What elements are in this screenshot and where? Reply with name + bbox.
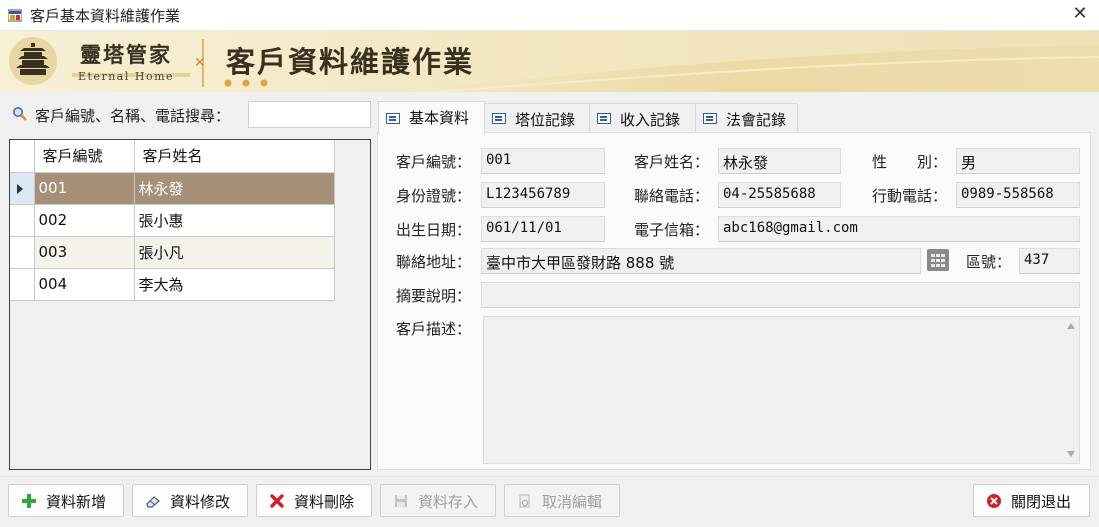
summary-field[interactable] (481, 282, 1080, 308)
row-header-corner (10, 140, 35, 173)
cancel-edit-label: 取消編輯 (542, 493, 603, 511)
cell-customer-name[interactable]: 李大為 (134, 268, 335, 301)
row-header[interactable] (10, 236, 35, 269)
zip-field[interactable]: 437 (1019, 248, 1080, 274)
gender-label: 性 別： (872, 153, 948, 171)
mobile-label: 行動電話： (872, 187, 948, 205)
vertical-scrollbar[interactable] (1063, 317, 1079, 463)
address-lookup-button[interactable] (927, 249, 949, 271)
page-heading: 客戶資料維護作業 (226, 45, 475, 79)
form-icon (597, 113, 611, 124)
form-icon (386, 113, 400, 124)
cell-customer-id[interactable]: 003 (34, 236, 135, 269)
tab-label: 法會記錄 (726, 111, 787, 129)
edit-record-button[interactable]: 資料修改 (132, 484, 248, 517)
cell-customer-name[interactable]: 張小凡 (134, 236, 335, 269)
grid-header-row: 客戶編號 客戶姓名 (10, 140, 335, 173)
row-header[interactable] (10, 204, 35, 237)
save-disk-icon (395, 495, 407, 507)
birth-date-label: 出生日期： (396, 221, 472, 239)
table-row[interactable]: 003 張小凡 (10, 236, 335, 269)
customer-id-field[interactable]: 001 (481, 148, 605, 174)
cell-customer-name[interactable]: 張小惠 (134, 204, 335, 237)
phone-label: 聯絡電話： (634, 187, 710, 205)
row-header[interactable] (10, 268, 35, 301)
email-field[interactable]: abc168@gmail.com (718, 216, 1080, 242)
window-title: 客戶基本資料維護作業 (30, 7, 181, 25)
mobile-field[interactable]: 0989-558568 (956, 182, 1080, 208)
delete-record-label: 資料刪除 (294, 493, 355, 511)
save-record-button[interactable]: 資料存入 (380, 484, 496, 517)
edit-record-label: 資料修改 (170, 493, 231, 511)
birth-date-field[interactable]: 061/11/01 (481, 216, 605, 242)
add-record-button[interactable]: 資料新增 (8, 484, 124, 517)
save-record-label: 資料存入 (418, 493, 479, 511)
brand-english: Eternal Home (78, 70, 175, 83)
divider (0, 476, 1099, 477)
tab-label: 塔位記錄 (515, 111, 576, 129)
delete-x-icon (270, 494, 284, 508)
delete-record-button[interactable]: 資料刪除 (256, 484, 372, 517)
gender-field[interactable]: 男 (956, 148, 1080, 174)
search-label: 客戶編號、名稱、電話搜尋： (35, 107, 231, 125)
scroll-down-icon[interactable] (1067, 451, 1075, 457)
column-header-id[interactable]: 客戶編號 (34, 140, 135, 173)
zip-label: 區號： (966, 253, 1012, 271)
close-window-button[interactable]: ✕ (1069, 3, 1091, 25)
email-label: 電子信箱： (634, 221, 710, 239)
id-number-label: 身份證號： (396, 187, 472, 205)
description-textarea[interactable] (483, 316, 1080, 464)
banner: ✕ 靈塔管家 Eternal Home 客戶資料維護作業 (0, 31, 1099, 92)
id-number-field[interactable]: L123456789 (481, 182, 605, 208)
summary-label: 摘要說明： (396, 287, 472, 305)
cancel-edit-icon (519, 494, 530, 508)
search-input[interactable] (248, 101, 371, 128)
table-row[interactable]: 001 林永發 (10, 172, 335, 205)
current-row-arrow-icon (17, 183, 23, 194)
column-header-name[interactable]: 客戶姓名 (134, 140, 335, 173)
form-icon (703, 113, 717, 124)
table-row[interactable]: 002 張小惠 (10, 204, 335, 237)
description-label: 客戶描述： (396, 320, 472, 338)
add-record-label: 資料新增 (46, 493, 107, 511)
table-row[interactable]: 004 李大為 (10, 268, 335, 301)
title-bar: 客戶基本資料維護作業 ✕ (0, 0, 1099, 31)
tab-label: 收入記錄 (620, 111, 681, 129)
customer-id-label: 客戶編號： (396, 153, 472, 171)
tab-tower-records[interactable]: 塔位記錄 (484, 103, 590, 133)
eraser-icon (146, 496, 160, 508)
close-icon: ✕ (1072, 3, 1088, 24)
svg-text:✕: ✕ (194, 55, 206, 71)
cancel-edit-button[interactable]: 取消編輯 (504, 484, 620, 517)
cell-customer-id[interactable]: 002 (34, 204, 135, 237)
cell-customer-id[interactable]: 004 (34, 268, 135, 301)
scroll-up-icon[interactable] (1067, 323, 1075, 329)
close-circle-icon (987, 494, 1001, 508)
close-exit-label: 關閉退出 (1011, 493, 1072, 511)
tab-income-records[interactable]: 收入記錄 (589, 103, 696, 133)
address-field[interactable]: 臺中市大甲區發財路 888 號 (481, 248, 921, 274)
customer-name-label: 客戶姓名： (634, 153, 710, 171)
tab-basic-info[interactable]: 基本資料 (378, 101, 485, 134)
app-icon (8, 9, 22, 22)
plus-icon (22, 494, 36, 508)
address-label: 聯絡地址： (396, 253, 472, 271)
tab-label: 基本資料 (409, 109, 470, 127)
tab-ceremony-records[interactable]: 法會記錄 (695, 103, 798, 133)
customer-name-field[interactable]: 林永發 (718, 148, 841, 174)
customer-grid[interactable]: 客戶編號 客戶姓名 001 林永發 002 張小惠 003 張小凡 004 李大… (9, 139, 371, 470)
phone-field[interactable]: 04-25585688 (718, 182, 841, 208)
search-icon (13, 107, 27, 121)
cell-customer-name[interactable]: 林永發 (134, 172, 335, 205)
close-exit-button[interactable]: 關閉退出 (973, 484, 1090, 517)
cell-customer-id[interactable]: 001 (34, 172, 135, 205)
row-header[interactable] (10, 172, 35, 205)
form-icon (492, 113, 506, 124)
brand-name: 靈塔管家 (80, 42, 172, 67)
